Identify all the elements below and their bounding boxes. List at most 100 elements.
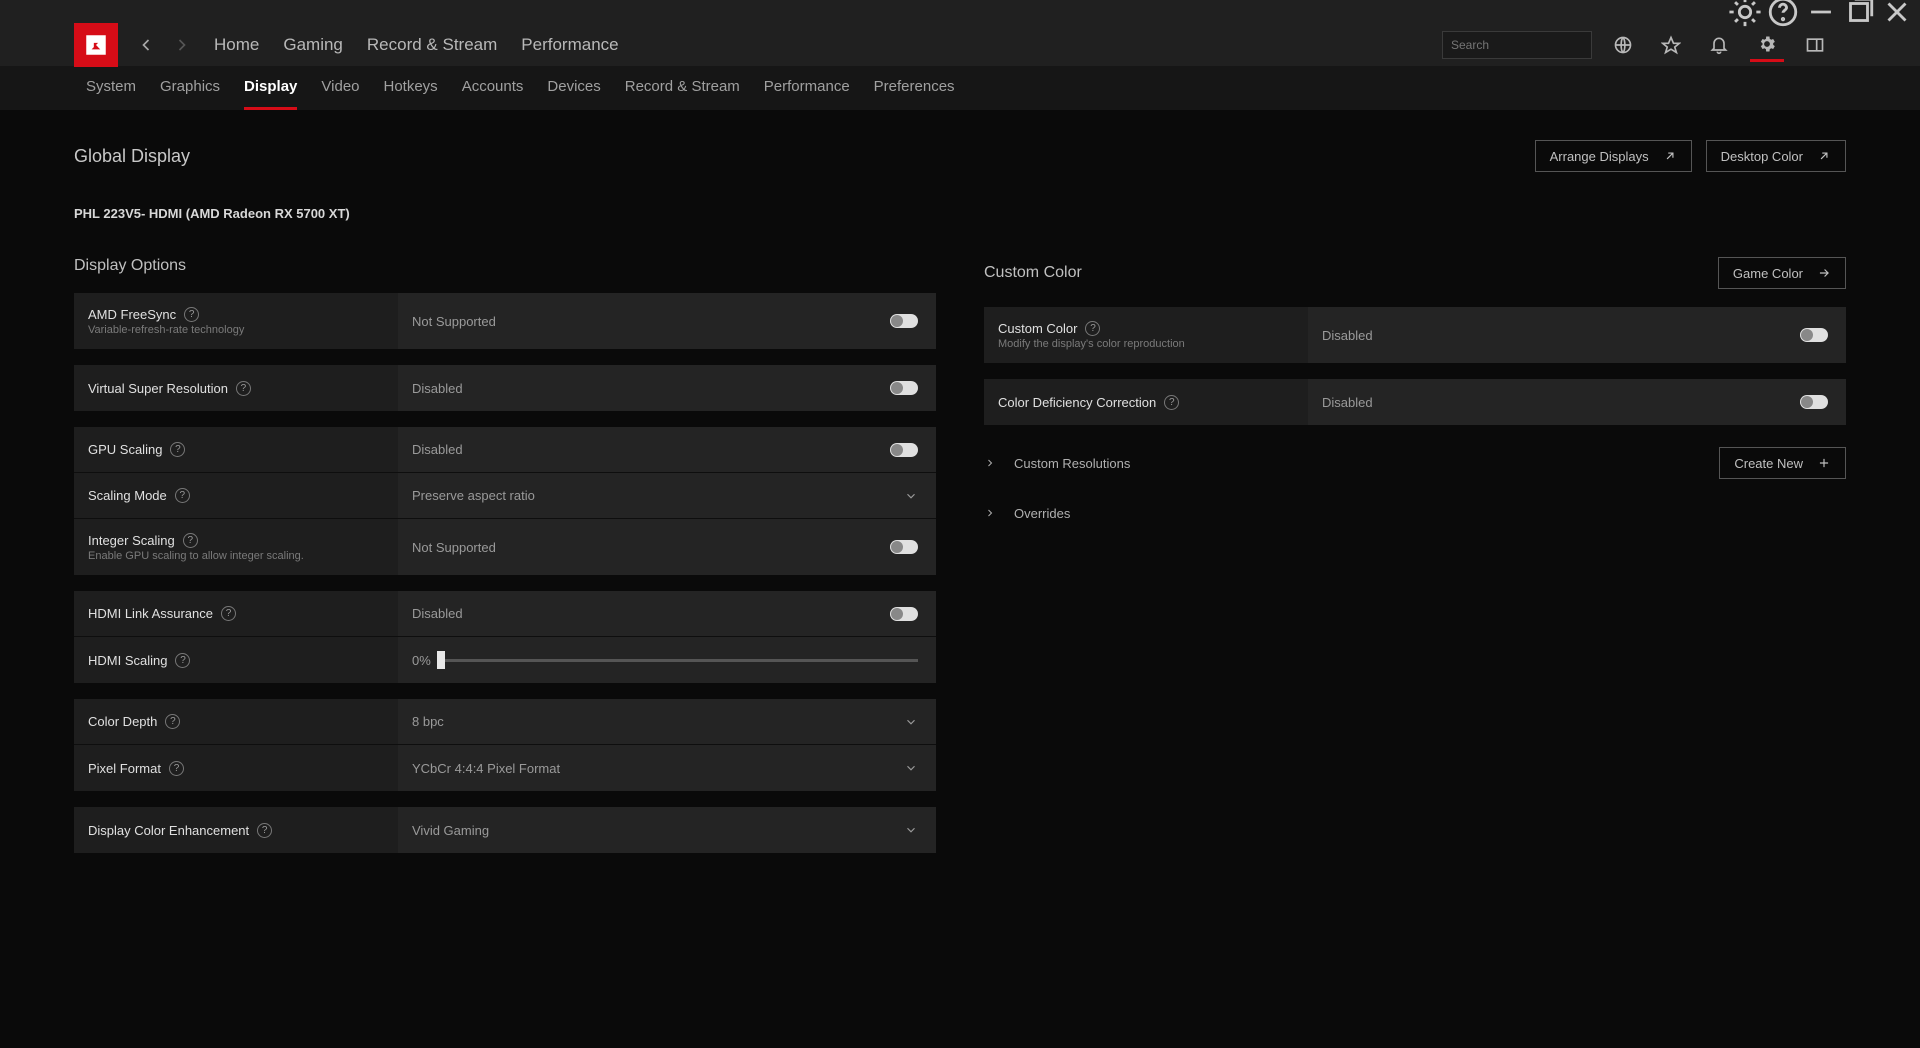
- nav-back-button[interactable]: [128, 27, 164, 63]
- hdmi-link-value: Disabled: [412, 606, 463, 621]
- slider-thumb[interactable]: [437, 651, 445, 669]
- subtab-video[interactable]: Video: [321, 66, 359, 110]
- hdmi-scaling-label: HDMI Scaling: [88, 653, 167, 668]
- help-icon[interactable]: ?: [175, 653, 190, 668]
- vsr-value: Disabled: [412, 381, 463, 396]
- tab-home[interactable]: Home: [214, 35, 259, 55]
- arrange-displays-button[interactable]: Arrange Displays: [1535, 140, 1692, 172]
- overrides-expander[interactable]: Overrides: [984, 491, 1846, 535]
- help-icon[interactable]: ?: [170, 442, 185, 457]
- tab-record-stream[interactable]: Record & Stream: [367, 35, 497, 55]
- custom-resolutions-expander[interactable]: Custom Resolutions: [984, 441, 1130, 485]
- help-icon[interactable]: ?: [236, 381, 251, 396]
- vsr-toggle[interactable]: [890, 381, 918, 395]
- pixel-format-label: Pixel Format: [88, 761, 161, 776]
- chevron-right-icon: [984, 457, 996, 469]
- external-icon: [1817, 149, 1831, 163]
- row-scaling-mode: Scaling Mode? Preserve aspect ratio: [74, 473, 936, 519]
- maximize-button[interactable]: [1842, 0, 1876, 24]
- help-icon[interactable]: ?: [257, 823, 272, 838]
- tab-gaming[interactable]: Gaming: [283, 35, 343, 55]
- row-color-enhancement: Display Color Enhancement? Vivid Gaming: [74, 807, 936, 853]
- integer-scaling-label: Integer Scaling: [88, 533, 175, 548]
- window-titlebar: [0, 0, 1920, 24]
- overrides-label: Overrides: [1014, 506, 1070, 521]
- row-freesync: AMD FreeSync? Variable-refresh-rate tech…: [74, 293, 936, 349]
- scaling-mode-value: Preserve aspect ratio: [412, 488, 535, 503]
- external-icon: [1663, 149, 1677, 163]
- row-custom-color: Custom Color? Modify the display's color…: [984, 307, 1846, 363]
- subtab-accounts[interactable]: Accounts: [462, 66, 524, 110]
- gpu-scaling-value: Disabled: [412, 442, 463, 457]
- color-depth-label: Color Depth: [88, 714, 157, 729]
- search-box[interactable]: [1442, 31, 1592, 59]
- help-icon[interactable]: ?: [184, 307, 199, 322]
- scaling-mode-label: Scaling Mode: [88, 488, 167, 503]
- arrow-right-icon: [1817, 266, 1831, 280]
- color-def-toggle[interactable]: [1800, 395, 1828, 409]
- hdmi-scaling-value: 0%: [412, 653, 431, 668]
- subtab-performance[interactable]: Performance: [764, 66, 850, 110]
- create-new-button[interactable]: Create New: [1719, 447, 1846, 479]
- subtab-display[interactable]: Display: [244, 66, 297, 110]
- device-label: PHL 223V5- HDMI (AMD Radeon RX 5700 XT): [74, 206, 1846, 221]
- help-icon[interactable]: ?: [175, 488, 190, 503]
- help-icon[interactable]: ?: [1085, 321, 1100, 336]
- chevron-down-icon[interactable]: [904, 823, 918, 837]
- subtab-preferences[interactable]: Preferences: [874, 66, 955, 110]
- color-enh-value: Vivid Gaming: [412, 823, 489, 838]
- freesync-sub: Variable-refresh-rate technology: [88, 324, 384, 336]
- subtab-record-stream[interactable]: Record & Stream: [625, 66, 740, 110]
- chevron-down-icon[interactable]: [904, 489, 918, 503]
- tab-performance[interactable]: Performance: [521, 35, 618, 55]
- subtab-devices[interactable]: Devices: [547, 66, 600, 110]
- desktop-color-button[interactable]: Desktop Color: [1706, 140, 1846, 172]
- pixel-format-value: YCbCr 4:4:4 Pixel Format: [412, 761, 560, 776]
- integer-scaling-toggle[interactable]: [890, 540, 918, 554]
- desktop-color-label: Desktop Color: [1721, 149, 1803, 164]
- row-vsr: Virtual Super Resolution? Disabled: [74, 365, 936, 411]
- help-icon[interactable]: ?: [165, 714, 180, 729]
- help-icon[interactable]: [1766, 0, 1800, 24]
- settings-icon[interactable]: [1750, 28, 1784, 62]
- gpu-scaling-label: GPU Scaling: [88, 442, 162, 457]
- help-icon[interactable]: ?: [183, 533, 198, 548]
- row-hdmi-link: HDMI Link Assurance? Disabled: [74, 591, 936, 637]
- integer-scaling-value: Not Supported: [412, 540, 496, 555]
- bug-icon[interactable]: [1728, 0, 1762, 24]
- gpu-scaling-toggle[interactable]: [890, 443, 918, 457]
- subtab-graphics[interactable]: Graphics: [160, 66, 220, 110]
- hdmi-link-toggle[interactable]: [890, 607, 918, 621]
- color-enh-label: Display Color Enhancement: [88, 823, 249, 838]
- chevron-down-icon[interactable]: [904, 761, 918, 775]
- minimize-button[interactable]: [1804, 0, 1838, 24]
- star-icon[interactable]: [1654, 28, 1688, 62]
- custom-color-toggle[interactable]: [1800, 328, 1828, 342]
- chevron-down-icon[interactable]: [904, 715, 918, 729]
- help-icon[interactable]: ?: [169, 761, 184, 776]
- help-icon[interactable]: ?: [1164, 395, 1179, 410]
- custom-resolutions-label: Custom Resolutions: [1014, 456, 1130, 471]
- custom-color-sub: Modify the display's color reproduction: [998, 338, 1294, 350]
- subtab-system[interactable]: System: [86, 66, 136, 110]
- plus-icon: [1817, 456, 1831, 470]
- game-color-label: Game Color: [1733, 266, 1803, 281]
- search-input[interactable]: [1451, 38, 1606, 52]
- web-icon[interactable]: [1606, 28, 1640, 62]
- hdmi-scaling-slider[interactable]: [441, 659, 918, 662]
- nav-forward-button[interactable]: [164, 27, 200, 63]
- custom-color-title: Custom Color: [984, 264, 1082, 282]
- color-depth-value: 8 bpc: [412, 714, 444, 729]
- panel-icon[interactable]: [1798, 28, 1832, 62]
- help-icon[interactable]: ?: [221, 606, 236, 621]
- amd-logo[interactable]: [74, 23, 118, 67]
- freesync-toggle[interactable]: [890, 314, 918, 328]
- bell-icon[interactable]: [1702, 28, 1736, 62]
- game-color-button[interactable]: Game Color: [1718, 257, 1846, 289]
- close-button[interactable]: [1880, 0, 1914, 24]
- arrange-displays-label: Arrange Displays: [1550, 149, 1649, 164]
- chevron-right-icon: [984, 507, 996, 519]
- subtab-hotkeys[interactable]: Hotkeys: [384, 66, 438, 110]
- color-def-value: Disabled: [1322, 395, 1373, 410]
- row-color-depth: Color Depth? 8 bpc: [74, 699, 936, 745]
